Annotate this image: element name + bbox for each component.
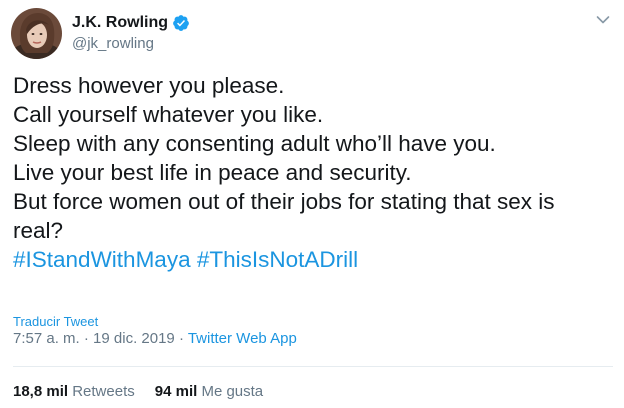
tweet-card: J.K. Rowling @jk_rowling Dress however y… xyxy=(0,0,624,408)
avatar-image xyxy=(11,8,62,59)
translate-link[interactable]: Traducir Tweet xyxy=(13,314,98,329)
tweet-line: Call yourself whatever you like. xyxy=(13,102,324,127)
handle[interactable]: @jk_rowling xyxy=(72,35,190,52)
author-info: J.K. Rowling @jk_rowling xyxy=(72,12,190,52)
meta-separator: · xyxy=(174,330,188,347)
divider xyxy=(13,366,613,367)
avatar[interactable] xyxy=(11,8,62,59)
display-name-row: J.K. Rowling xyxy=(72,12,190,34)
tweet-meta: 7:57 a. m. · 19 dic. 2019 · Twitter Web … xyxy=(13,330,297,347)
display-name[interactable]: J.K. Rowling xyxy=(72,14,168,32)
tweet-source-link[interactable]: Twitter Web App xyxy=(188,330,297,347)
meta-separator: · xyxy=(79,330,94,347)
tweet-line: Live your best life in peace and securit… xyxy=(13,160,412,185)
likes-stat[interactable]: 94 mil Me gusta xyxy=(155,383,263,400)
hashtag-link[interactable]: #ThisIsNotADrill xyxy=(197,247,358,272)
tweet-line: But force women out of their jobs for st… xyxy=(13,189,555,214)
tweet-header: J.K. Rowling @jk_rowling xyxy=(11,8,611,62)
tweet-line: Dress however you please. xyxy=(13,73,285,98)
chevron-down-icon[interactable] xyxy=(595,12,611,28)
tweet-line: real? xyxy=(13,218,64,243)
verified-badge-icon xyxy=(172,14,190,32)
likes-count: 94 mil xyxy=(154,383,198,400)
tweet-line: Sleep with any consenting adult who’ll h… xyxy=(13,131,496,156)
retweets-count: 18,8 mil xyxy=(13,383,69,400)
tweet-stats: 18,8 mil Retweets 94 mil Me gusta xyxy=(13,383,263,400)
likes-label: Me gusta xyxy=(201,383,264,400)
hashtags: #IStandWithMaya #ThisIsNotADrill xyxy=(13,245,613,274)
retweets-label: Retweets xyxy=(72,383,135,400)
tweet-date[interactable]: 19 dic. 2019 xyxy=(93,330,175,347)
hashtag-link[interactable]: #IStandWithMaya xyxy=(13,247,191,272)
tweet-text: Dress however you please. Call yourself … xyxy=(13,71,613,274)
retweets-stat[interactable]: 18,8 mil Retweets xyxy=(13,383,135,400)
tweet-time[interactable]: 7:57 a. m. xyxy=(13,330,80,347)
